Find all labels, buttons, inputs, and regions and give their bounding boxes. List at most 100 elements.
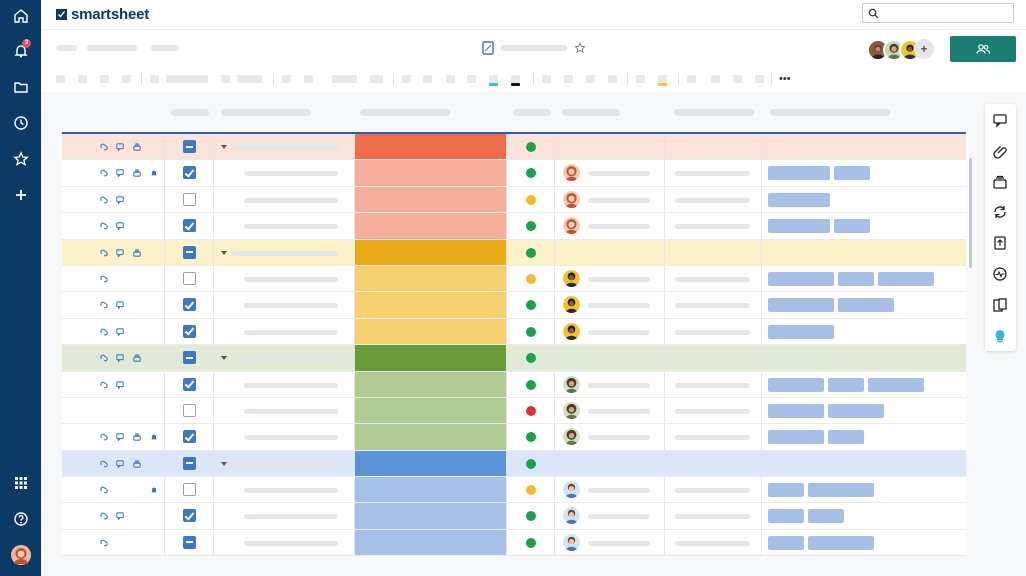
table-row[interactable] — [62, 213, 966, 240]
upload-icon[interactable] — [992, 235, 1008, 251]
tags-cell[interactable] — [762, 292, 966, 317]
tag-pill[interactable] — [828, 377, 864, 392]
assignee-cell[interactable] — [555, 318, 665, 345]
status-indicator[interactable] — [526, 194, 536, 205]
color-cell[interactable] — [355, 134, 507, 160]
status-indicator[interactable] — [526, 142, 536, 152]
tag-pill[interactable] — [768, 430, 824, 445]
proof-icon[interactable] — [133, 433, 141, 442]
task-name-placeholder[interactable] — [244, 224, 338, 230]
status-cell[interactable] — [507, 371, 555, 397]
task-cell[interactable] — [214, 397, 355, 424]
toolbar-button[interactable] — [658, 75, 667, 83]
table-row[interactable] — [62, 397, 966, 425]
task-cell[interactable] — [214, 424, 355, 450]
star-icon[interactable] — [0, 146, 41, 172]
checkbox-cell[interactable] — [165, 397, 214, 424]
toolbar-button[interactable] — [467, 75, 476, 83]
tag-pill[interactable] — [838, 298, 894, 313]
assignee-avatar[interactable] — [563, 428, 580, 446]
task-cell[interactable] — [214, 265, 355, 292]
status-cell[interactable] — [507, 397, 555, 424]
toolbar-button[interactable] — [304, 75, 313, 83]
table-row[interactable] — [62, 503, 966, 530]
row-checkbox[interactable] — [183, 377, 196, 391]
link-icon[interactable] — [100, 249, 108, 257]
date-cell[interactable] — [665, 503, 762, 529]
column-header-placeholder[interactable] — [221, 109, 311, 116]
status-indicator[interactable] — [526, 485, 536, 496]
date-placeholder[interactable] — [675, 329, 750, 335]
status-indicator[interactable] — [526, 511, 536, 522]
table-row[interactable] — [62, 160, 966, 187]
status-cell[interactable] — [507, 134, 555, 160]
tags-cell[interactable] — [762, 319, 966, 344]
vertical-scrollbar[interactable] — [969, 158, 972, 268]
toolbar-button[interactable] — [221, 75, 230, 83]
status-indicator[interactable] — [526, 221, 536, 232]
date-placeholder[interactable] — [675, 303, 750, 309]
table-row[interactable] — [62, 345, 966, 372]
task-name-placeholder[interactable] — [244, 171, 338, 177]
row-checkbox[interactable] — [183, 166, 196, 180]
date-placeholder[interactable] — [675, 382, 750, 388]
color-cell[interactable] — [355, 503, 507, 529]
task-name-placeholder[interactable] — [244, 329, 338, 335]
toolbar-button[interactable] — [733, 75, 742, 83]
table-row[interactable] — [62, 186, 966, 214]
breadcrumb-placeholder[interactable] — [151, 45, 179, 51]
color-cell[interactable] — [355, 160, 507, 186]
status-indicator[interactable] — [526, 247, 536, 258]
task-cell[interactable] — [214, 503, 355, 529]
table-row[interactable] — [62, 424, 966, 451]
checkbox-cell[interactable] — [165, 371, 214, 397]
color-cell[interactable] — [355, 186, 507, 213]
checkbox-cell[interactable] — [165, 265, 214, 292]
date-cell[interactable] — [665, 371, 762, 397]
task-name-placeholder[interactable] — [232, 356, 338, 362]
status-indicator[interactable] — [526, 432, 536, 443]
toolbar-button[interactable] — [402, 75, 411, 83]
tag-pill[interactable] — [834, 166, 870, 181]
task-name-placeholder[interactable] — [244, 435, 338, 441]
clock-icon[interactable] — [0, 110, 41, 136]
date-placeholder[interactable] — [675, 171, 750, 177]
date-cell[interactable] — [665, 213, 762, 239]
tags-cell[interactable] — [762, 213, 966, 238]
link-icon[interactable] — [100, 196, 108, 204]
status-indicator[interactable] — [526, 379, 536, 390]
date-placeholder[interactable] — [675, 224, 750, 230]
reminder-icon[interactable] — [150, 433, 158, 441]
assignee-cell[interactable] — [555, 477, 665, 503]
row-checkbox[interactable] — [183, 245, 196, 259]
row-checkbox[interactable] — [183, 509, 196, 523]
tags-cell[interactable] — [762, 160, 966, 185]
date-cell[interactable] — [665, 424, 762, 450]
row-checkbox[interactable] — [183, 535, 196, 549]
date-cell[interactable] — [665, 529, 762, 556]
link-icon[interactable] — [100, 354, 108, 362]
color-cell[interactable] — [355, 424, 507, 450]
link-icon[interactable] — [100, 275, 108, 283]
assignee-avatar[interactable] — [563, 507, 580, 525]
comment-icon[interactable] — [992, 112, 1008, 128]
date-cell[interactable] — [665, 134, 762, 160]
tags-cell[interactable] — [762, 503, 966, 528]
column-header-placeholder[interactable] — [360, 109, 450, 116]
tag-pill[interactable] — [868, 377, 924, 392]
share-button[interactable] — [950, 36, 1016, 62]
table-row[interactable] — [62, 371, 966, 398]
task-cell[interactable] — [214, 450, 355, 477]
task-name-placeholder[interactable] — [244, 382, 338, 388]
color-cell[interactable] — [355, 397, 507, 424]
toolbar-button[interactable] — [586, 75, 595, 83]
link-icon[interactable] — [100, 222, 108, 230]
date-placeholder[interactable] — [675, 197, 750, 203]
table-row[interactable] — [62, 292, 966, 319]
collapse-caret-icon[interactable] — [221, 145, 227, 149]
task-name-placeholder[interactable] — [244, 514, 338, 520]
tag-pill[interactable] — [768, 535, 804, 550]
toolbar-button[interactable] — [78, 75, 87, 83]
checkbox-cell[interactable] — [165, 134, 214, 160]
date-cell[interactable] — [665, 397, 762, 424]
